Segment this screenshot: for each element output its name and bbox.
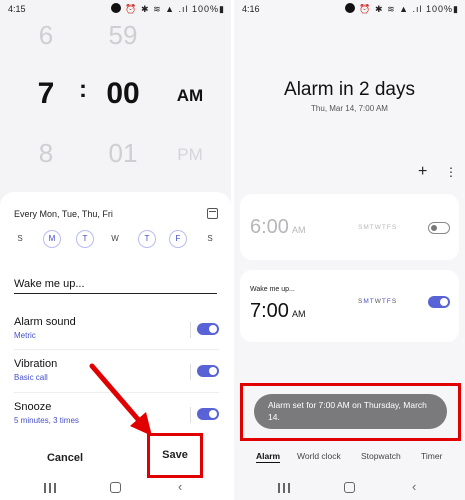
status-icons: ⏰ ✱ ≋ ▲ .ıl 100%▮ — [125, 4, 225, 14]
vibration-toggle[interactable] — [197, 365, 219, 377]
status-bar: 4:16 ⏰ ✱ ≋ ▲ .ıl 100%▮ — [234, 0, 465, 18]
alarm-time: 7:00 AM — [250, 300, 305, 323]
snooze-toggle[interactable] — [197, 408, 219, 420]
divider — [14, 349, 219, 350]
alarm-sound-row[interactable]: Alarm sound Metric — [14, 316, 219, 356]
wday: W — [374, 298, 382, 305]
setting-title: Alarm sound — [14, 316, 76, 328]
divider — [190, 407, 191, 423]
more-options-icon[interactable]: ⋮ — [445, 166, 457, 178]
annotation-arrow-icon — [89, 363, 152, 436]
next-alarm-datetime: Thu, Mar 14, 7:00 AM — [311, 104, 388, 113]
setting-title: Snooze — [14, 401, 52, 413]
repeat-summary: Every Mon, Tue, Thu, Fri — [14, 209, 113, 219]
recents-icon[interactable] — [278, 483, 290, 493]
alarm-toggle[interactable] — [428, 222, 450, 234]
minute-prev[interactable]: 59 — [100, 20, 146, 51]
alarm-label: Wake me up... — [250, 286, 295, 293]
alarm-weekdays: SMTWTFS — [358, 298, 397, 305]
alarm-name-input[interactable]: Wake me up... — [14, 274, 217, 294]
camera-cutout — [110, 3, 121, 13]
tab-world-clock[interactable]: World clock — [297, 451, 341, 461]
calendar-icon[interactable] — [207, 208, 218, 219]
bottom-tabs: Alarm World clock Stopwatch Timer — [234, 451, 465, 465]
tab-stopwatch[interactable]: Stopwatch — [361, 451, 401, 461]
alarm-weekdays: SMTWTFS — [358, 224, 397, 231]
day-sat[interactable]: S — [201, 230, 219, 248]
back-icon[interactable]: ‹ — [178, 479, 182, 494]
setting-sub: 5 minutes, 3 times — [14, 416, 79, 425]
time-separator: : — [79, 76, 87, 103]
home-icon[interactable] — [110, 482, 121, 493]
alarm-edit-screen: 4:15 ⏰ ✱ ≋ ▲ .ıl 100%▮ 6 59 7 : 00 AM 8 … — [0, 0, 231, 500]
add-icon[interactable]: + — [418, 164, 427, 180]
alarm-card[interactable]: Wake me up... 7:00 AM SMTWTFS — [240, 270, 459, 342]
alarm-sound-toggle[interactable] — [197, 323, 219, 335]
day-thu[interactable]: T — [138, 230, 156, 248]
toast-message: Alarm set for 7:00 AM on Thursday, March… — [254, 394, 447, 429]
day-fri[interactable]: F — [169, 230, 187, 248]
hour-value[interactable]: 7 — [28, 77, 64, 111]
nav-bar: ‹ — [234, 478, 465, 500]
recents-icon[interactable] — [44, 483, 56, 493]
alarm-ampm: AM — [291, 309, 306, 319]
day-wed[interactable]: W — [106, 230, 124, 248]
setting-sub: Basic call — [14, 373, 48, 382]
save-button[interactable]: Save — [147, 433, 203, 478]
nav-bar: ‹ — [0, 478, 231, 500]
ampm-next[interactable]: PM — [170, 145, 210, 165]
minute-value[interactable]: 00 — [100, 77, 146, 111]
wday: S — [391, 224, 398, 231]
tab-alarm[interactable]: Alarm — [256, 451, 281, 463]
ampm-value[interactable]: AM — [170, 86, 210, 106]
hour-next[interactable]: 8 — [28, 138, 64, 169]
wday: S — [391, 298, 398, 305]
setting-sub: Metric — [14, 331, 36, 340]
minute-next[interactable]: 01 — [100, 138, 146, 169]
status-time: 4:15 — [8, 4, 26, 14]
camera-cutout — [344, 3, 355, 13]
wday: W — [374, 224, 382, 231]
tab-timer[interactable]: Timer — [421, 451, 442, 461]
divider — [190, 322, 191, 338]
alarm-toggle[interactable] — [428, 296, 450, 308]
status-icons: ⏰ ✱ ≋ ▲ .ıl 100%▮ — [359, 4, 459, 14]
toast-highlight: Alarm set for 7:00 AM on Thursday, March… — [240, 383, 461, 441]
weekday-selector: S M T W T F S — [8, 230, 220, 250]
day-tue[interactable]: T — [76, 230, 94, 248]
alarm-card[interactable]: 6:00 AM SMTWTFS — [240, 194, 459, 260]
alarm-list-screen: 4:16 ⏰ ✱ ≋ ▲ .ıl 100%▮ Alarm in 2 days T… — [234, 0, 465, 500]
setting-title: Vibration — [14, 358, 58, 370]
alarm-time: 6:00 AM — [250, 216, 305, 239]
alarm-ampm: AM — [291, 225, 306, 235]
status-bar: 4:15 ⏰ ✱ ≋ ▲ .ıl 100%▮ — [0, 0, 231, 18]
day-mon[interactable]: M — [43, 230, 61, 248]
back-icon[interactable]: ‹ — [412, 479, 416, 494]
alarm-time-value: 6:00 — [250, 216, 289, 238]
next-alarm-title: Alarm in 2 days — [284, 79, 415, 100]
day-sun[interactable]: S — [11, 230, 29, 248]
cancel-button[interactable]: Cancel — [30, 452, 100, 464]
divider — [190, 364, 191, 380]
home-icon[interactable] — [344, 482, 355, 493]
alarm-time-value: 7:00 — [250, 300, 289, 322]
status-time: 4:16 — [242, 4, 260, 14]
hour-prev[interactable]: 6 — [28, 20, 64, 51]
